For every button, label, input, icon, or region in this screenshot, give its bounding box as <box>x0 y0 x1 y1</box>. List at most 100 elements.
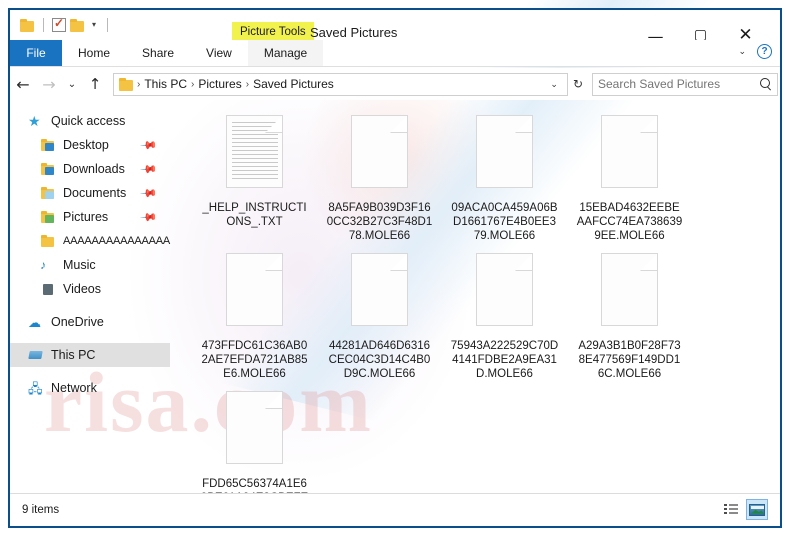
pin-icon[interactable]: 📌 <box>140 208 159 227</box>
sidebar-item-music[interactable]: ♪ Music <box>10 253 170 277</box>
large-icons-view-button[interactable] <box>746 499 768 520</box>
chevron-down-icon[interactable]: ⌄ <box>545 79 563 90</box>
sidebar-item-this-pc[interactable]: This PC <box>10 343 170 367</box>
breadcrumb-this-pc[interactable]: This PC <box>141 77 190 91</box>
title-bar: ▾ Picture Tools Saved Pictures — ▢ ✕ <box>10 10 780 46</box>
details-view-button[interactable] <box>720 499 742 520</box>
sidebar-item-label: OneDrive <box>51 315 104 329</box>
pc-icon <box>28 348 44 363</box>
sidebar-item-onedrive[interactable]: ☁ OneDrive <box>10 310 170 334</box>
tab-manage[interactable]: Manage <box>247 40 324 66</box>
video-icon <box>40 282 56 297</box>
search-input[interactable] <box>598 77 759 91</box>
folder-desktop-icon <box>40 138 56 153</box>
properties-icon[interactable] <box>52 16 66 32</box>
file-item[interactable]: _HELP_INSTRUCTIONS_.TXT <box>192 111 317 249</box>
up-button[interactable]: ↑ <box>82 71 108 97</box>
status-bar: 9 items <box>10 493 780 526</box>
file-item[interactable]: 8A5FA9B039D3F160CC32B27C3F48D178.MOLE66 <box>317 111 442 249</box>
file-icon-wrap <box>226 391 283 473</box>
ribbon-divider <box>10 66 780 67</box>
refresh-button[interactable]: ↻ <box>568 77 588 91</box>
quick-access-toolbar: ▾ <box>10 16 112 32</box>
chevron-down-icon[interactable]: ⌄ <box>738 46 746 57</box>
tab-home[interactable]: Home <box>62 40 126 66</box>
file-item[interactable]: 473FFDC61C36AB02AE7EFDA721AB85E6.MOLE66 <box>192 249 317 387</box>
folder-icon[interactable] <box>20 18 35 32</box>
breadcrumb-saved-pictures[interactable]: Saved Pictures <box>250 77 337 91</box>
network-icon: 🖧 <box>28 380 43 396</box>
search-icon[interactable] <box>759 77 772 91</box>
generic-file-icon <box>226 391 283 464</box>
file-icon-wrap <box>601 253 658 335</box>
help-icon[interactable]: ? <box>757 44 772 59</box>
ribbon-tabs: File Home Share View Manage ⌄ ? <box>10 40 780 66</box>
tab-share[interactable]: Share <box>126 40 190 66</box>
file-name: 75943A222529C70D4141FDBE2A9EA31D.MOLE66 <box>450 340 559 380</box>
sidebar-item-aaaa-folder[interactable]: AAAAAAAAAAAAAAA <box>10 229 170 253</box>
divider <box>107 18 109 32</box>
explorer-window: risa.com ▾ Picture Tools Saved Pictures … <box>0 0 790 536</box>
view-toggle-group <box>720 499 768 520</box>
tab-file[interactable]: File <box>10 40 62 66</box>
sidebar-item-label: Music <box>63 258 96 272</box>
file-name: 09ACA0CA459A06BD1661767E4B0EE379.MOLE66 <box>451 202 558 242</box>
ribbon-right-controls: ⌄ ? <box>738 44 772 59</box>
pin-icon[interactable]: 📌 <box>140 136 159 155</box>
sidebar-item-label: Downloads <box>63 162 125 176</box>
generic-file-icon <box>601 115 658 188</box>
forward-button[interactable]: → <box>36 71 62 97</box>
file-name: 473FFDC61C36AB02AE7EFDA721AB85E6.MOLE66 <box>201 340 308 380</box>
details-view-icon <box>724 504 738 515</box>
recent-locations-button[interactable]: ⌄ <box>62 71 82 97</box>
file-name: 15EBAD4632EEBEAAFCC74EA7386399EE.MOLE66 <box>576 202 683 242</box>
file-item[interactable]: 75943A222529C70D4141FDBE2A9EA31D.MOLE66 <box>442 249 567 387</box>
new-folder-icon[interactable] <box>70 18 85 32</box>
sidebar-item-network[interactable]: 🖧 Network <box>10 376 170 400</box>
file-item[interactable]: 09ACA0CA459A06BD1661767E4B0EE379.MOLE66 <box>442 111 567 249</box>
sidebar-item-label: Quick access <box>51 114 126 128</box>
pin-icon[interactable]: 📌 <box>140 160 159 179</box>
tab-view[interactable]: View <box>190 40 248 66</box>
back-button[interactable]: ← <box>10 71 36 97</box>
text-file-icon <box>226 115 283 188</box>
sidebar-item-downloads[interactable]: Downloads 📌 <box>10 157 170 181</box>
file-name: 44281AD646D6316CEC04C3D14C4B0D9C.MOLE66 <box>328 340 431 380</box>
sidebar-item-label: AAAAAAAAAAAAAAA <box>63 235 171 247</box>
folder-icon <box>40 234 56 249</box>
file-item[interactable]: 15EBAD4632EEBEAAFCC74EA7386399EE.MOLE66 <box>567 111 692 249</box>
sidebar-item-quick-access[interactable]: ★ Quick access <box>10 109 170 133</box>
navigation-pane: ★ Quick access Desktop 📌 Downloads 📌 Doc… <box>10 101 170 493</box>
breadcrumb-pictures[interactable]: Pictures <box>195 77 244 91</box>
file-icon-wrap <box>351 253 408 335</box>
generic-file-icon <box>601 253 658 326</box>
file-item[interactable]: 44281AD646D6316CEC04C3D14C4B0D9C.MOLE66 <box>317 249 442 387</box>
file-item[interactable]: A29A3B1B0F28F738E477569F149DD16C.MOLE66 <box>567 249 692 387</box>
sidebar-item-desktop[interactable]: Desktop 📌 <box>10 133 170 157</box>
pin-icon[interactable]: 📌 <box>140 184 159 203</box>
folder-pictures-icon <box>40 210 56 225</box>
breadcrumb[interactable]: › This PC › Pictures › Saved Pictures ⌄ <box>113 72 568 96</box>
chevron-down-icon[interactable]: ▾ <box>89 21 99 29</box>
generic-file-icon <box>476 253 533 326</box>
file-grid: _HELP_INSTRUCTIONS_.TXT 8A5FA9B039D3F160… <box>192 111 780 525</box>
file-icon-wrap <box>226 253 283 335</box>
sidebar-item-label: Pictures <box>63 210 109 224</box>
file-name: 8A5FA9B039D3F160CC32B27C3F48D178.MOLE66 <box>326 202 433 242</box>
file-name: A29A3B1B0F28F738E477569F149DD16C.MOLE66 <box>578 340 681 380</box>
sidebar-item-pictures[interactable]: Pictures 📌 <box>10 205 170 229</box>
file-list-pane[interactable]: _HELP_INSTRUCTIONS_.TXT 8A5FA9B039D3F160… <box>170 101 780 518</box>
sidebar-item-documents[interactable]: Documents 📌 <box>10 181 170 205</box>
sidebar-item-videos[interactable]: Videos <box>10 277 170 301</box>
sidebar-item-label: This PC <box>51 348 96 362</box>
folder-icon <box>119 77 134 91</box>
sidebar-item-label: Videos <box>63 282 101 296</box>
cloud-icon: ☁ <box>28 314 41 330</box>
file-icon-wrap <box>351 115 408 197</box>
file-icon-wrap <box>601 115 658 197</box>
folder-downloads-icon <box>40 162 56 177</box>
generic-file-icon <box>226 253 283 326</box>
search-box[interactable] <box>592 72 778 96</box>
